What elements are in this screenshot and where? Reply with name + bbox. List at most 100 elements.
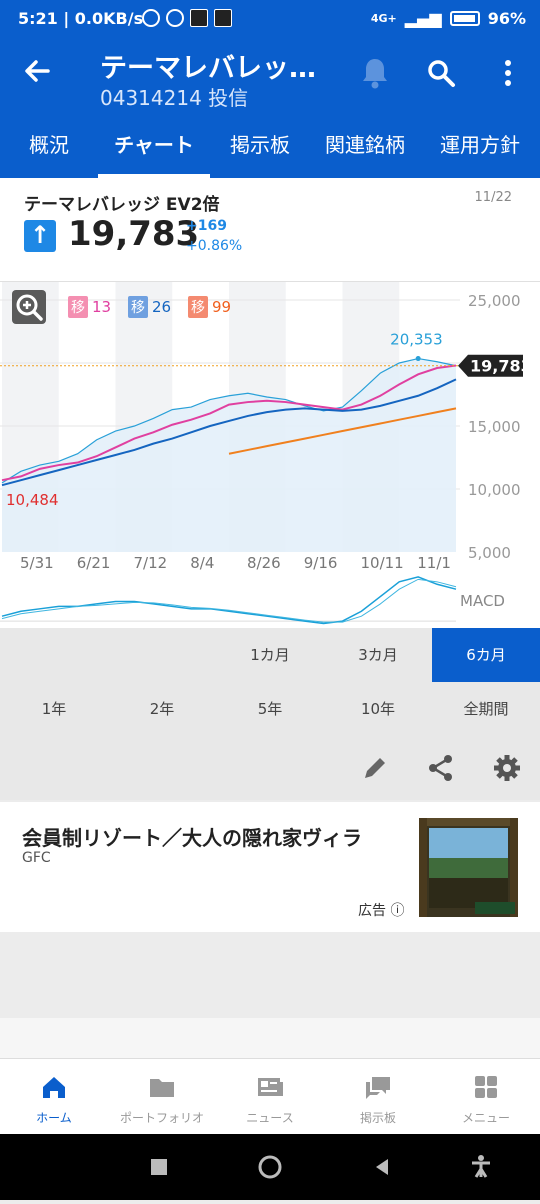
- ad-title[interactable]: 会員制リゾート／大人の隠れ家ヴィラ: [22, 822, 362, 851]
- search-icon[interactable]: [426, 58, 456, 88]
- x-tick-label: 5/31: [20, 554, 54, 572]
- grid-icon: [475, 1076, 497, 1098]
- content-spacer: [0, 932, 540, 1018]
- bottom-nav: ホーム ポートフォリオ ニュース 掲示板 メニュー: [0, 1058, 540, 1134]
- x-tick-label: 8/4: [190, 554, 214, 572]
- page-title: テーマレバレッ…: [100, 53, 316, 84]
- app-notification-icon-2: [214, 9, 232, 27]
- battery-icon: [449, 11, 480, 26]
- y-tick-label: 5,000: [468, 544, 511, 562]
- nav-label: ホーム: [36, 1111, 72, 1125]
- x-tick-label: 10/11: [361, 554, 404, 572]
- share-icon[interactable]: [427, 754, 455, 782]
- alarm-icon: [142, 9, 160, 27]
- price-chart[interactable]: 19,783 20,353 10,484 25,000 15,000 10,000 5,00…: [0, 282, 540, 628]
- ad-image[interactable]: [419, 818, 518, 917]
- accessibility-icon[interactable]: [472, 1155, 490, 1178]
- back-button-icon[interactable]: [376, 1159, 388, 1175]
- fund-code: 04314214 投信: [100, 86, 249, 110]
- chat-icon: [366, 1077, 390, 1099]
- range-3m[interactable]: 3カ月: [324, 628, 432, 682]
- y-tick-label: 15,000: [468, 418, 521, 436]
- range-1m[interactable]: 1カ月: [216, 628, 324, 682]
- ad-label[interactable]: 広告 ⓘ: [358, 900, 404, 920]
- x-tick-label: 9/16: [304, 554, 338, 572]
- ma-value: 26: [152, 298, 172, 316]
- low-label: 10,484: [6, 491, 59, 509]
- ad-source: GFC: [22, 850, 51, 866]
- tab-overview[interactable]: 概況: [0, 114, 98, 178]
- pencil-icon[interactable]: [361, 754, 389, 782]
- nav-news[interactable]: ニュース: [216, 1059, 324, 1134]
- home-button-icon[interactable]: [258, 1155, 282, 1179]
- nav-label: ポートフォリオ: [119, 1111, 204, 1125]
- y-tick-label: 25,000: [468, 292, 521, 310]
- range-row-1: 1カ月 3カ月 6カ月: [0, 628, 540, 682]
- chart-tools: [0, 736, 540, 800]
- recents-icon[interactable]: [151, 1159, 167, 1175]
- nav-label: ニュース: [246, 1111, 294, 1125]
- tab-board[interactable]: 掲示板: [210, 114, 310, 178]
- folder-icon: [150, 1079, 174, 1097]
- x-tick-label: 6/21: [77, 554, 111, 572]
- high-marker: [415, 356, 421, 362]
- range-2y[interactable]: 2年: [108, 682, 216, 736]
- tab-related[interactable]: 関連銘柄: [310, 114, 420, 178]
- ma-tag: 移: [128, 296, 148, 318]
- ma-value: 99: [212, 298, 232, 316]
- tab-chart[interactable]: チャート: [98, 114, 210, 178]
- up-arrow-icon: ↑: [24, 220, 56, 252]
- back-arrow-icon[interactable]: [22, 56, 52, 91]
- range-10y[interactable]: 10年: [324, 682, 432, 736]
- price-change: +169: [186, 218, 227, 234]
- clock-icon: [166, 9, 184, 27]
- battery-level: 96%: [487, 9, 526, 28]
- signal-line: [1, 578, 457, 623]
- nav-menu[interactable]: メニュー: [432, 1059, 540, 1134]
- signal-icon: ▂▄▆: [404, 9, 442, 28]
- nav-label: メニュー: [461, 1111, 510, 1125]
- status-bar: 5:21 | 0.0KB/s 4G+ ▂▄▆ 96%: [0, 0, 540, 38]
- x-tick-label: 8/26: [247, 554, 281, 572]
- ma-legend-99: 移 99: [188, 296, 231, 318]
- app-bar: テーマレバレッ… 04314214 投信: [0, 38, 540, 114]
- range-row-2: 1年 2年 5年 10年 全期間: [0, 682, 540, 736]
- quote-panel: テーマレバレッジ EV2倍 11/22 ↑ 19,783 +169 +0.86%: [0, 178, 540, 282]
- content-spacer-2: [0, 1018, 540, 1058]
- range-6m[interactable]: 6カ月: [432, 628, 540, 682]
- tab-bar: 概況 チャート 掲示板 関連銘柄 運用方針: [0, 114, 540, 178]
- system-nav-bar: [0, 1134, 540, 1200]
- more-vert-icon[interactable]: [498, 58, 518, 88]
- range-all[interactable]: 全期間: [432, 682, 540, 736]
- range-5y[interactable]: 5年: [216, 682, 324, 736]
- news-icon: [258, 1078, 283, 1096]
- ma-legend-26: 移 26: [128, 296, 171, 318]
- chart-canvas: 19,783 20,353 10,484 25,000 15,000 10,000 5,00…: [0, 282, 532, 625]
- fund-name: テーマレバレッジ EV2倍: [24, 195, 220, 215]
- bell-icon[interactable]: [360, 56, 390, 90]
- quote-date: 11/22: [474, 190, 512, 205]
- nav-board[interactable]: 掲示板: [324, 1059, 432, 1134]
- ma-value: 13: [92, 298, 112, 316]
- tab-policy[interactable]: 運用方針: [420, 114, 540, 178]
- nav-label: 掲示板: [359, 1111, 396, 1125]
- y-tick-label: 10,000: [468, 481, 521, 499]
- nav-portfolio[interactable]: ポートフォリオ: [108, 1059, 216, 1134]
- app-notification-icon: [190, 9, 208, 27]
- x-tick-label: 11/1: [417, 554, 451, 572]
- price-change-percent: +0.86%: [186, 238, 243, 254]
- ma-legend-13: 移 13: [68, 296, 111, 318]
- zoom-icon[interactable]: [12, 290, 46, 324]
- macd-label: MACD: [460, 592, 505, 610]
- gear-icon[interactable]: [493, 754, 521, 782]
- range-1y[interactable]: 1年: [0, 682, 108, 736]
- network-label: 4G+: [370, 12, 397, 25]
- macd-line: [1, 576, 457, 625]
- ad-banner[interactable]: 会員制リゾート／大人の隠れ家ヴィラ GFC 広告 ⓘ: [0, 802, 540, 932]
- nav-home[interactable]: ホーム: [0, 1059, 108, 1134]
- ma-tag: 移: [68, 296, 88, 318]
- status-right: 4G+ ▂▄▆ 96%: [371, 9, 526, 28]
- high-label: 20,353: [390, 331, 443, 349]
- current-price: 19,783: [68, 214, 200, 254]
- status-icons: [142, 9, 232, 27]
